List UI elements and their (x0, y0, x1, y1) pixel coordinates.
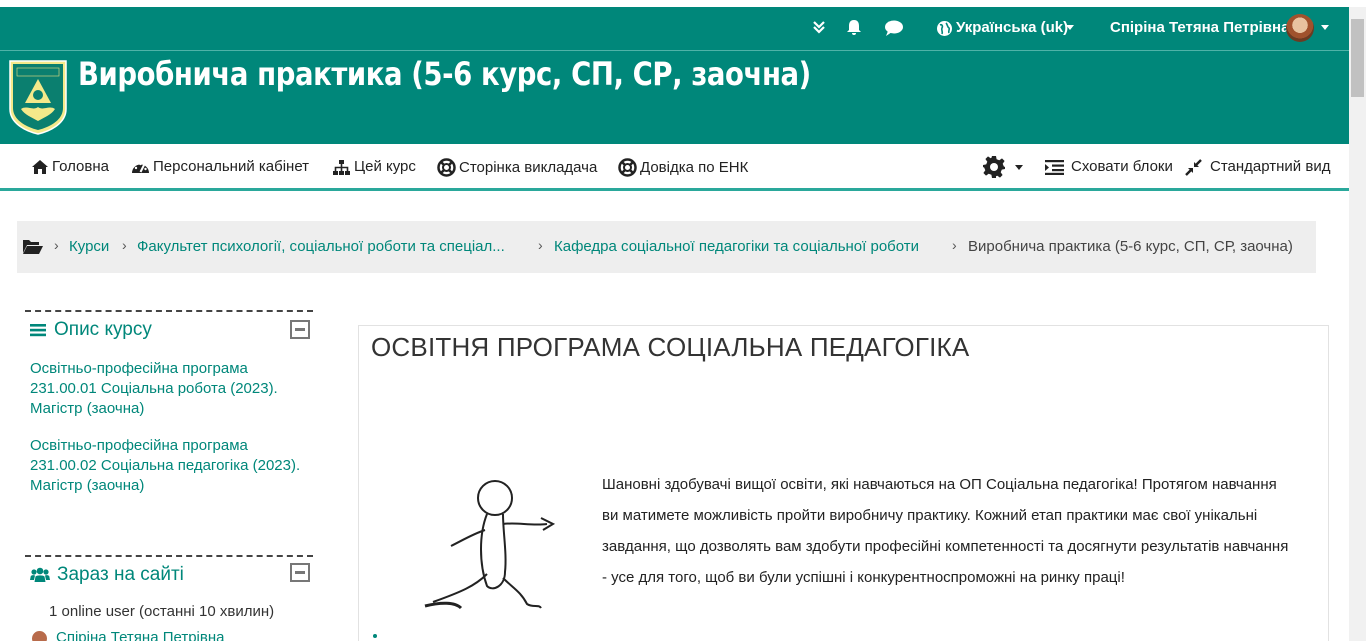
standard-view-label: Стандартний вид (1210, 158, 1331, 175)
breadcrumb-courses[interactable]: Курси (69, 238, 109, 256)
user-menu-caret-icon[interactable] (1321, 25, 1329, 30)
block-link-social-pedagogy[interactable]: Освітньо-професійна програма 231.00.02 С… (30, 436, 310, 496)
main-content-card: ОСВІТНЯ ПРОГРАМА СОЦІАЛЬНА ПЕДАГОГІКА Ша… (358, 325, 1329, 641)
breadcrumb-current: Виробнича практика (5-6 курс, СП, СР, за… (968, 238, 1293, 255)
nav-dashboard[interactable]: Персональний кабінет (131, 158, 309, 176)
home-icon (32, 160, 48, 174)
intro-text: Шановні здобувачі вищої освіти, які навч… (602, 476, 1289, 586)
gear-icon (983, 156, 1005, 178)
page-scrollbar[interactable] (1349, 7, 1366, 641)
sitemap-icon (333, 159, 350, 175)
list-indent-icon (1045, 160, 1064, 175)
life-ring-icon (618, 158, 637, 177)
breadcrumb-separator-icon: › (54, 237, 59, 253)
scrollbar-thumb[interactable] (1351, 19, 1364, 97)
block-link-social-work[interactable]: Освітньо-професійна програма 231.00.01 С… (30, 359, 310, 419)
nav-dashboard-label: Персональний кабінет (153, 158, 310, 175)
nav-help-label: Довідка по ЕНК (640, 158, 749, 176)
list-bullet (373, 634, 377, 638)
breadcrumb-separator-icon: › (538, 237, 543, 253)
standard-view-toggle[interactable]: Стандартний вид (1185, 158, 1330, 176)
hide-blocks-label: Сховати блоки (1071, 158, 1173, 175)
hide-blocks-toggle[interactable]: Сховати блоки (1045, 158, 1173, 176)
nav-teacher-page[interactable]: Сторінка викладача (437, 158, 597, 177)
breadcrumb-department[interactable]: Кафедра соціальної педагогіки та соціаль… (554, 238, 919, 256)
breadcrumb: › Курси › Факультет психології, соціальн… (17, 221, 1316, 273)
avatar[interactable] (1286, 14, 1314, 42)
breadcrumb-separator-icon: › (952, 237, 957, 253)
nav-this-course-label: Цей курс (354, 158, 416, 175)
walking-figure-illustration (424, 480, 556, 610)
chat-bubble-icon[interactable] (884, 19, 904, 42)
page-title: Виробнича практика (5-6 курс, СП, СР, за… (78, 55, 811, 93)
nav-home[interactable]: Головна (31, 158, 109, 176)
compress-icon (1185, 158, 1202, 176)
bars-icon (30, 324, 46, 337)
course-description-title-label: Опис курсу (54, 319, 152, 340)
window-top-edge (0, 0, 1366, 7)
university-logo[interactable] (7, 59, 69, 135)
nav-teacher-page-label: Сторінка викладача (459, 158, 598, 176)
online-user-link[interactable]: Спіріна Тетяна Петрівна (56, 629, 224, 641)
online-users-block: Зараз на сайті 1 online user (останні 10… (25, 555, 313, 641)
nav-this-course[interactable]: Цей курс (332, 158, 416, 176)
top-navbar: Українська ‎(uk)‎ Спіріна Тетяна Петрівн… (0, 7, 1349, 50)
collapse-block-button[interactable] (290, 320, 310, 339)
course-navbar: Головна Персональний кабінет Цей курс Ст… (0, 144, 1349, 191)
course-description-title: Опис курсу (30, 319, 152, 341)
settings-caret-icon (1015, 164, 1023, 170)
bell-icon[interactable] (845, 19, 863, 42)
life-ring-icon (437, 158, 456, 177)
folder-open-icon[interactable] (22, 238, 44, 255)
language-caret-icon[interactable] (1066, 25, 1074, 30)
double-chevron-down-icon[interactable] (812, 19, 826, 40)
users-icon (30, 567, 50, 582)
dashboard-gauge-icon (132, 162, 149, 173)
breadcrumb-separator-icon: › (122, 237, 127, 253)
user-menu-name[interactable]: Спіріна Тетяна Петрівна (1110, 18, 1289, 38)
nav-help[interactable]: Довідка по ЕНК (618, 158, 748, 177)
language-menu[interactable]: Українська ‎(uk)‎ (956, 18, 1068, 38)
collapse-block-button[interactable] (290, 563, 310, 582)
online-users-title-label: Зараз на сайті (57, 564, 184, 585)
online-user-avatar (32, 631, 47, 641)
nav-home-label: Головна (52, 158, 109, 175)
course-header: Виробнича практика (5-6 курс, СП, СР, за… (0, 50, 1349, 144)
globe-icon (936, 20, 953, 42)
breadcrumb-faculty[interactable]: Факультет психології, соціальної роботи … (137, 238, 505, 256)
settings-menu[interactable] (982, 155, 1023, 179)
section-heading: ОСВІТНЯ ПРОГРАМА СОЦІАЛЬНА ПЕДАГОГІКА (371, 332, 970, 362)
course-description-block: Опис курсу Освітньо-професійна програма … (25, 310, 313, 510)
online-users-count: 1 online user (останні 10 хвилин) (49, 603, 275, 620)
online-users-title: Зараз на сайті (30, 564, 184, 586)
